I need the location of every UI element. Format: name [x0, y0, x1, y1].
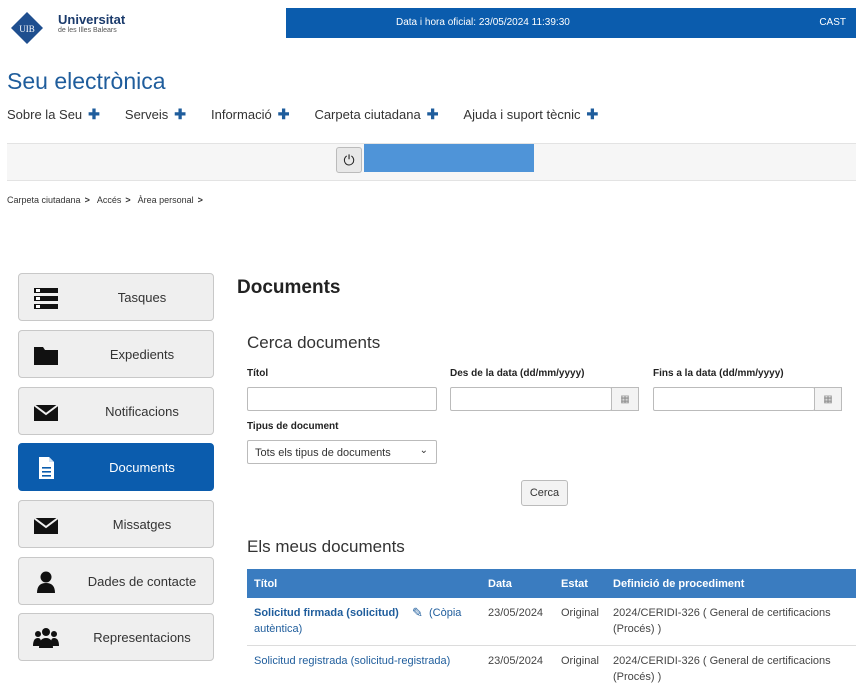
envelope-icon: [33, 517, 59, 534]
document-type-value: Tots els tipus de documents: [255, 447, 391, 459]
document-procedure-cont: (Procés) ): [613, 671, 662, 683]
envelope-icon: [33, 404, 59, 421]
edit-icon[interactable]: ✎: [412, 605, 423, 621]
document-link[interactable]: Solicitud registrada (solicitud-registra…: [254, 655, 450, 667]
sidebar-item-label: Expedients: [109, 347, 175, 362]
title-input[interactable]: [247, 387, 437, 411]
column-header-title[interactable]: Títol: [254, 578, 277, 590]
calendar-icon[interactable]: ▦: [814, 387, 842, 411]
sidebar-item-notificacions[interactable]: Notificacions: [18, 387, 214, 435]
document-state: Original: [561, 655, 599, 667]
tasks-icon: [34, 288, 58, 309]
authentic-copy-link[interactable]: (Còpia: [429, 607, 461, 619]
documents-table-header: Títol Data Estat Definició de procedimen…: [247, 569, 856, 598]
table-row: Solicitud firmada (solicitud) ✎ (Còpia a…: [247, 603, 856, 643]
calendar-icon[interactable]: ▦: [611, 387, 639, 411]
plus-icon: ✚: [586, 106, 599, 122]
column-header-procedure[interactable]: Definició de procediment: [613, 578, 744, 590]
sidebar-item-dades-contacte[interactable]: Dades de contacte: [18, 557, 214, 605]
my-documents-title: Els meus documents: [247, 537, 405, 556]
table-row: Solicitud registrada (solicitud-registra…: [247, 651, 856, 685]
user-name-field: [364, 144, 534, 172]
nav-item-carpeta[interactable]: Carpeta ciutadana ✚: [314, 106, 438, 123]
breadcrumb-area-personal[interactable]: Àrea personal: [138, 195, 194, 205]
sidebar-item-label: Dades de contacte: [87, 574, 197, 589]
breadcrumb-acces[interactable]: Accés: [97, 195, 122, 205]
document-date: 23/05/2024: [488, 607, 544, 619]
plus-icon: ✚: [174, 106, 186, 122]
power-icon: ⏻: [343, 151, 355, 168]
sidebar-item-representacions[interactable]: Representacions: [18, 613, 214, 661]
chevron-right-icon: >: [125, 195, 131, 205]
site-title: Seu electrònica: [7, 68, 166, 94]
title-label: Títol: [247, 368, 269, 379]
uib-logo: UIB: [11, 12, 43, 44]
sidebar-item-expedients[interactable]: Expedients: [18, 330, 214, 378]
sidebar-item-documents[interactable]: Documents: [18, 443, 214, 491]
document-type-label: Tipus de document: [247, 421, 339, 432]
document-procedure: 2024/CERIDI-326 ( General de certificaci…: [613, 607, 831, 619]
user-icon: [37, 571, 55, 593]
logo-abbr: UIB: [19, 24, 35, 34]
nav-item-serveis[interactable]: Serveis ✚: [125, 106, 186, 123]
document-state: Original: [561, 607, 599, 619]
page-title: Documents: [237, 277, 341, 298]
top-bar: Data i hora oficial: 23/05/2024 11:39:30…: [286, 8, 856, 38]
document-icon: [39, 457, 54, 479]
official-datetime: Data i hora oficial: 23/05/2024 11:39:30: [396, 17, 570, 28]
plus-icon: ✚: [426, 106, 439, 122]
language-switch[interactable]: CAST: [819, 17, 846, 28]
document-procedure-cont: (Procés) ): [613, 623, 662, 635]
plus-icon: ✚: [277, 106, 290, 122]
sidebar-item-label: Notificacions: [105, 404, 179, 419]
from-date-input[interactable]: [450, 387, 612, 411]
chevron-right-icon: >: [84, 195, 90, 205]
plus-icon: ✚: [88, 106, 100, 122]
nav-item-ajuda[interactable]: Ajuda i suport tècnic ✚: [463, 106, 598, 123]
logout-button[interactable]: ⏻: [336, 147, 362, 173]
logo-name: Universitat: [58, 12, 126, 27]
document-date: 23/05/2024: [488, 655, 544, 667]
sidebar-item-label: Missatges: [112, 517, 172, 532]
sidebar-item-label: Representacions: [93, 630, 191, 645]
chevron-down-icon: ⌄: [419, 445, 428, 456]
column-header-date[interactable]: Data: [488, 578, 512, 590]
authentic-copy-link-cont[interactable]: autèntica): [254, 623, 302, 635]
sidebar-item-missatges[interactable]: Missatges: [18, 500, 214, 548]
logo-subtitle: de les Illes Balears: [58, 27, 117, 34]
document-link[interactable]: Solicitud firmada (solicitud): [254, 607, 399, 619]
sidebar-item-label: Tasques: [117, 290, 167, 305]
users-icon: [33, 628, 59, 648]
search-button[interactable]: Cerca: [521, 480, 568, 506]
breadcrumb-carpeta[interactable]: Carpeta ciutadana: [7, 195, 81, 205]
main-nav: Sobre la Seu ✚ Serveis ✚ Informació ✚ Carpe…: [7, 106, 623, 123]
sidebar-item-tasques[interactable]: Tasques: [18, 273, 214, 321]
nav-item-informacio[interactable]: Informació ✚: [211, 106, 289, 123]
document-procedure: 2024/CERIDI-326 ( General de certificaci…: [613, 655, 831, 667]
breadcrumb: Carpeta ciutadana > Accés > Àrea personal >: [7, 195, 210, 205]
folder-icon: [34, 347, 58, 365]
chevron-right-icon: >: [197, 195, 203, 205]
column-header-state[interactable]: Estat: [561, 578, 588, 590]
to-date-input[interactable]: [653, 387, 815, 411]
search-section-title: Cerca documents: [247, 333, 381, 352]
to-date-label: Fins a la data (dd/mm/yyyy): [653, 368, 784, 379]
from-date-label: Des de la data (dd/mm/yyyy): [450, 368, 585, 379]
document-type-select[interactable]: Tots els tipus de documents ⌄: [247, 440, 437, 464]
sidebar-item-label: Documents: [109, 460, 175, 475]
nav-item-sobre[interactable]: Sobre la Seu ✚: [7, 106, 100, 123]
row-divider: [247, 645, 856, 646]
